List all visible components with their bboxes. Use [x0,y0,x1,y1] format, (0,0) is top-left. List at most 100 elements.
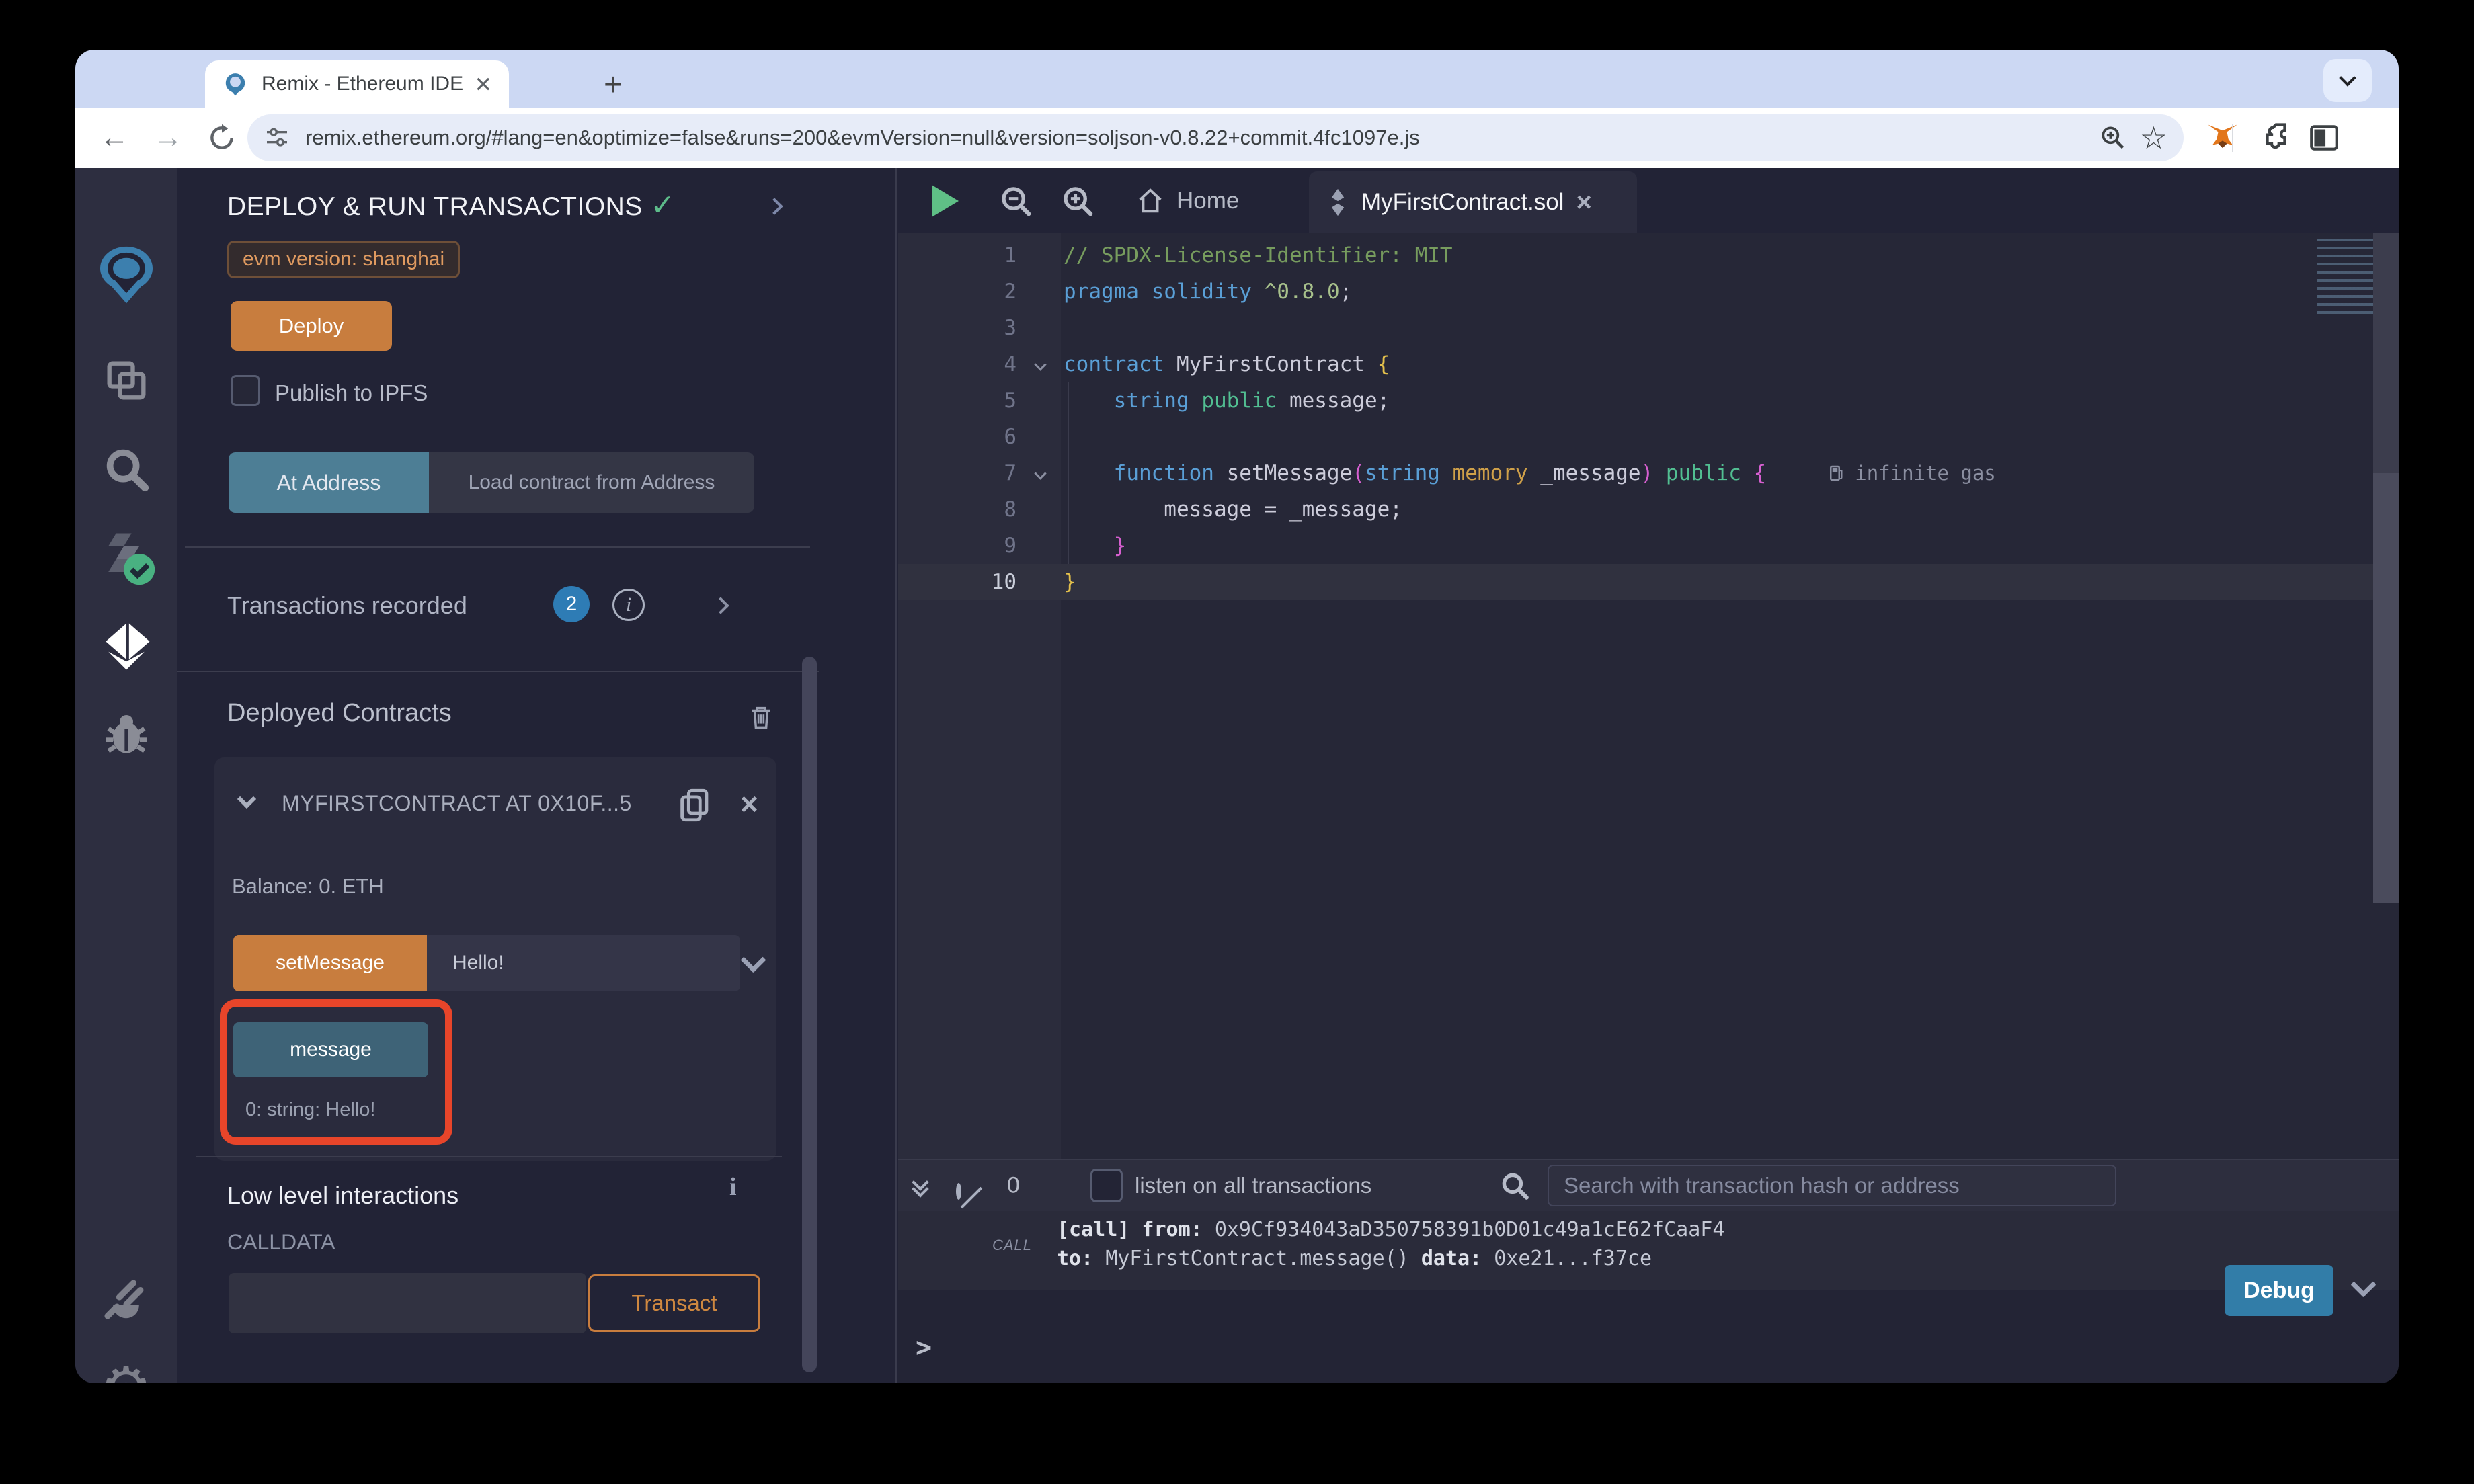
message-result: 0: string: Hello! [245,1099,375,1121]
publish-ipfs-label: Publish to IPFS [275,380,428,406]
tab-home[interactable]: Home [1135,168,1239,233]
terminal-prompt[interactable]: > [916,1332,932,1363]
collapse-terminal-icon[interactable] [914,1176,926,1195]
transactions-count-badge: 2 [553,586,590,622]
home-icon [1135,186,1166,216]
calldata-input[interactable] [229,1273,586,1333]
code-line[interactable]: 1// SPDX-License-Identifier: MIT [898,237,2399,274]
set-message-button[interactable]: setMessage [233,935,427,991]
solidity-file-icon [1326,188,1349,217]
tab-search-chevron-button[interactable] [2323,59,2372,102]
plugin-manager-icon[interactable] [98,1269,155,1325]
code-line[interactable]: 7 function setMessage(string memory _mes… [898,455,2399,491]
bookmark-star-icon[interactable]: ☆ [2140,120,2167,156]
browser-window: Remix - Ethereum IDE × + ← → remix.ether… [75,50,2399,1383]
deploy-button[interactable]: Deploy [231,301,392,351]
debugger-icon[interactable] [99,708,153,762]
clear-console-icon[interactable] [956,1183,961,1200]
message-button[interactable]: message [233,1022,428,1077]
panel-scrollbar[interactable] [802,657,817,1372]
code-line[interactable]: 10} [898,564,2399,600]
terminal-toolbar: 0 listen on all transactions [898,1159,2399,1211]
code-line[interactable]: 2pragma solidity ^0.8.0; [898,274,2399,310]
low-level-info-icon[interactable]: i [729,1172,737,1202]
editor-scrollbar-thumb[interactable] [2373,473,2399,903]
remix-logo-icon [91,239,161,309]
browser-tab[interactable]: Remix - Ethereum IDE × [205,60,509,108]
deployed-contracts-title: Deployed Contracts [227,699,452,728]
back-icon[interactable]: ← [99,121,129,155]
terminal-log-entry[interactable]: CALL [call] from: 0x9Cf934043aD350758391… [898,1211,2399,1290]
code-line[interactable]: 3 [898,310,2399,346]
desktop: Remix - Ethereum IDE × + ← → remix.ether… [0,0,2474,1484]
set-message-input[interactable] [427,935,740,991]
tab-title: Remix - Ethereum IDE [262,73,468,95]
tab-file[interactable]: MyFirstContract.sol × [1309,171,1637,233]
side-panel-icon[interactable] [2307,121,2341,155]
listen-transactions-checkbox[interactable] [1090,1169,1123,1202]
transactions-recorded-label: Transactions recorded [227,591,467,620]
load-contract-button[interactable]: Load contract from Address [429,452,754,513]
zoom-out-icon[interactable] [998,183,1034,219]
evm-version-badge: evm version: shanghai [227,241,460,278]
transactions-info-icon[interactable]: i [612,589,645,621]
search-icon[interactable] [100,443,153,495]
deploy-run-icon[interactable] [95,616,157,677]
contract-collapse-icon[interactable] [237,790,256,809]
run-script-icon[interactable] [932,185,959,217]
url-text[interactable]: remix.ethereum.org/#lang=en&optimize=fal… [305,126,2086,150]
settings-gear-icon[interactable]: ⚙ [101,1359,151,1383]
transact-button[interactable]: Transact [588,1274,760,1332]
terminal: 0 listen on all transactions CALL [call]… [898,1159,2399,1383]
solidity-compiler-icon[interactable] [95,526,157,587]
divider [185,546,810,548]
code-line[interactable]: 4contract MyFirstContract { [898,346,2399,382]
calldata-label: CALLDATA [227,1230,335,1255]
publish-ipfs-checkbox[interactable] [231,375,260,406]
terminal-count: 0 [1007,1173,1020,1199]
transactions-expand-icon[interactable] [712,597,729,614]
browser-tabstrip: Remix - Ethereum IDE × + [75,50,2399,108]
terminal-search-input[interactable] [1548,1165,2116,1206]
code-line[interactable]: 8 message = _message; [898,491,2399,528]
divider [196,1156,782,1157]
low-level-title: Low level interactions [227,1182,458,1210]
close-file-tab-icon[interactable]: × [1576,189,1591,216]
browser-toolbar: ← → remix.ethereum.org/#lang=en&optimize… [75,108,2399,168]
toolbar-divider [2232,124,2233,152]
metamask-extension-icon[interactable] [2205,120,2240,155]
zoom-in-icon[interactable] [1060,183,1096,219]
tune-icon[interactable] [264,124,290,151]
expand-params-icon[interactable] [740,947,766,973]
panel-collapse-icon[interactable] [766,198,783,214]
expand-log-icon[interactable] [2350,1272,2376,1297]
editor-scrollbar-track[interactable] [2373,233,2399,473]
at-address-button[interactable]: At Address [229,452,429,513]
url-bar[interactable]: remix.ethereum.org/#lang=en&optimize=fal… [247,114,2184,161]
call-badge: CALL [992,1237,1032,1254]
divider [177,671,819,672]
zoom-page-icon[interactable] [2098,123,2128,153]
copy-address-icon[interactable] [676,784,715,826]
code-line[interactable]: 6 [898,419,2399,455]
main-area: Home MyFirstContract.sol × 1// SPDX-Lice… [898,168,2399,1383]
reload-icon[interactable] [207,123,237,153]
code-editor[interactable]: 1// SPDX-License-Identifier: MIT2pragma … [898,233,2399,1159]
editor-toolbar: Home MyFirstContract.sol × [898,168,2399,233]
trash-icon[interactable] [746,700,776,734]
contract-title[interactable]: MYFIRSTCONTRACT AT 0X10F...5 [282,791,658,816]
forward-icon[interactable]: → [153,121,183,155]
check-icon: ✓ [650,189,675,222]
debug-button[interactable]: Debug [2225,1265,2333,1316]
file-explorer-icon[interactable] [101,355,152,406]
tab-close-icon[interactable]: × [475,70,491,98]
log-lines: [call] from: 0x9Cf934043aD350758391b0D01… [1057,1215,1724,1273]
terminal-search-icon [1498,1169,1531,1202]
code-line[interactable]: 5 string public message; [898,382,2399,419]
deploy-run-panel: DEPLOY & RUN TRANSACTIONS ✓ evm version:… [177,168,897,1383]
contract-balance: Balance: 0. ETH [232,874,384,899]
extensions-puzzle-icon[interactable] [2263,120,2298,155]
new-tab-button[interactable]: + [592,63,635,106]
remove-contract-icon[interactable]: × [740,788,758,819]
code-line[interactable]: 9 } [898,528,2399,564]
